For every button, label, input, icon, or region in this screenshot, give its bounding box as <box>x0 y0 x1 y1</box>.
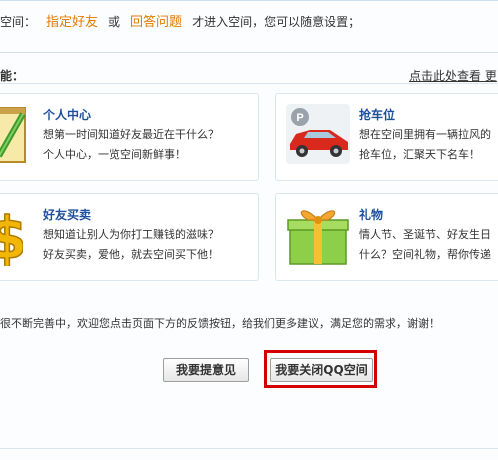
functions-divider <box>0 83 498 84</box>
card-desc-line2: 个人中心，一览空间新鲜事！ <box>43 148 186 161</box>
dollar-sign-icon: $ <box>0 203 28 273</box>
or-text: 或 <box>108 15 121 29</box>
bottom-border <box>0 448 498 449</box>
section-divider <box>0 52 498 53</box>
card-parking[interactable]: P 抢车位 想在空间里拥有一辆拉风的 抢车位，汇聚天下名车！ <box>275 93 498 181</box>
card-desc-line1: 想在空间里拥有一辆拉风的 <box>359 128 491 141</box>
card-title[interactable]: 好友买卖 <box>43 206 91 223</box>
card-desc-line2: 好友买卖，爱他，就去空间买下他！ <box>43 248 219 261</box>
svg-text:P: P <box>296 112 303 124</box>
feedback-notice: 很不断完善中，欢迎您点击页面下方的反馈按钮，给我们更多建议，满足您的需求，谢谢！ <box>0 317 440 330</box>
card-title[interactable]: 礼物 <box>359 206 383 223</box>
card-title[interactable]: 抢车位 <box>359 106 395 123</box>
card-desc-line1: 想第一时间知道好友最近在干什么？ <box>43 128 219 141</box>
privacy-prefix: 空间： <box>0 15 37 29</box>
privacy-suffix: 才进入空间，您可以随意设置； <box>192 15 361 29</box>
privacy-settings-line: 空间： 指定好友或回答问题 才进入空间，您可以随意设置； <box>0 11 360 30</box>
card-gift[interactable]: 礼物 情人节、圣诞节、好友生日 什么？空间礼物，帮你传递 <box>275 193 498 281</box>
notepad-pencil-icon <box>0 104 27 167</box>
card-desc-line2: 什么？空间礼物，帮你传递 <box>359 248 491 261</box>
option-specified-friends[interactable]: 指定好友 <box>46 15 98 30</box>
top-border <box>0 0 498 1</box>
svg-text:$: $ <box>0 204 23 266</box>
highlight-box <box>264 350 377 388</box>
card-desc-line1: 想知道让别人为你打工赚钱的滋味？ <box>43 228 219 241</box>
feedback-button[interactable]: 我要提意见 <box>163 358 249 382</box>
option-answer-question[interactable]: 回答问题 <box>130 15 182 30</box>
card-friend-trading[interactable]: $ 好友买卖 想知道让别人为你打工赚钱的滋味？ 好友买卖，爱他，就去空间买下他！ <box>0 193 259 281</box>
card-desc-line1: 情人节、圣诞节、好友生日 <box>359 228 491 241</box>
parking-car-icon: P <box>286 104 350 167</box>
gift-box-icon <box>286 202 350 269</box>
card-title[interactable]: 个人中心 <box>43 106 91 123</box>
view-more-link[interactable]: 点击此处查看 更 <box>409 67 497 84</box>
card-desc-line2: 抢车位，汇聚天下名车！ <box>359 148 480 161</box>
card-personal-center[interactable]: 个人中心 想第一时间知道好友最近在干什么？ 个人中心，一览空间新鲜事！ <box>0 93 259 181</box>
functions-heading: 能： <box>0 69 25 83</box>
